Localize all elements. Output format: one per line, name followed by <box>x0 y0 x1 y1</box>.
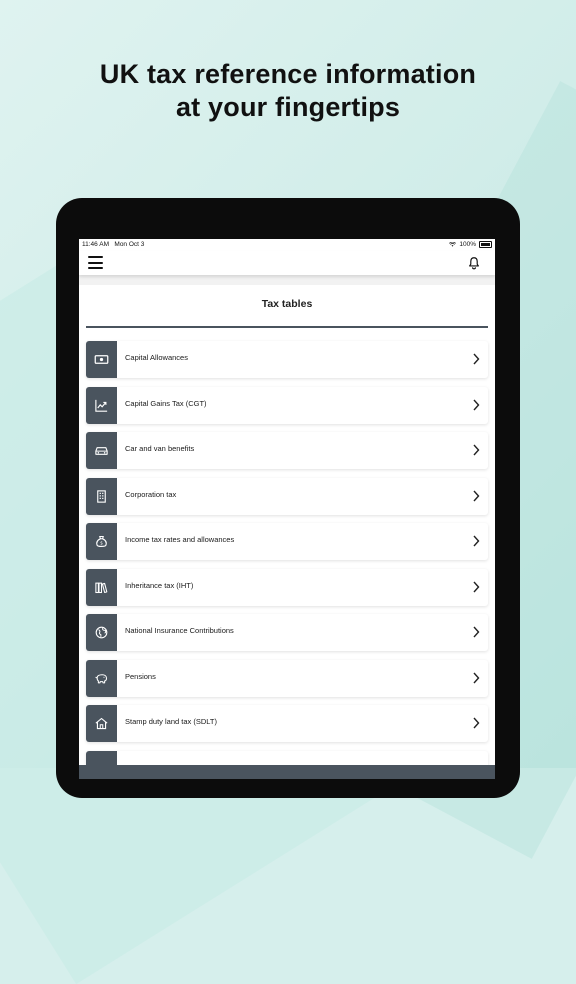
status-bar: 11:46 AM Mon Oct 3 100% <box>79 239 495 251</box>
page-title: Tax tables <box>261 298 313 310</box>
item-icon-box <box>86 568 117 606</box>
bell-icon[interactable] <box>467 256 481 270</box>
list-item-label: Corporation tax <box>125 489 177 499</box>
app-screen: 11:46 AM Mon Oct 3 100% Tax tables Capit… <box>79 239 495 779</box>
list-item-capital-gains-tax[interactable]: Capital Gains Tax (CGT) <box>86 386 488 424</box>
list-item-inheritance-tax[interactable]: Inheritance tax (IHT) <box>86 568 488 606</box>
item-icon-box <box>86 432 117 469</box>
money-bag-icon: $ <box>96 536 107 547</box>
chevron-right-icon <box>473 490 480 501</box>
trend-chart-icon <box>95 399 108 412</box>
piggy-bank-icon <box>95 673 108 683</box>
building-icon <box>97 489 106 503</box>
status-date-text: Mon Oct 3 <box>114 241 145 248</box>
hamburger-menu-icon[interactable] <box>88 256 103 269</box>
item-icon-box <box>86 614 117 651</box>
list-item-income-tax[interactable]: $ Income tax rates and allowances <box>86 523 488 560</box>
list-item-label: Capital Allowances <box>125 353 188 362</box>
list-item-label: National Insurance Contributions <box>125 626 234 635</box>
chevron-right-icon <box>473 353 480 365</box>
list-item-label: Income tax rates and allowances <box>125 535 235 544</box>
item-icon-box <box>86 659 117 697</box>
list-item-corporation-tax[interactable]: Corporation tax <box>86 477 488 515</box>
list-item-car-and-van-benefits[interactable]: Car and van benefits <box>86 432 488 469</box>
battery-percent: 100% <box>459 241 476 248</box>
promo-headline: UK tax reference information at your fin… <box>0 58 576 124</box>
list-item-national-insurance[interactable]: National Insurance Contributions <box>86 614 488 651</box>
chevron-right-icon <box>473 672 480 683</box>
status-time-text: 11:46 AM <box>82 241 109 248</box>
title-divider <box>86 326 488 328</box>
item-icon-box <box>86 477 117 515</box>
house-icon <box>95 717 108 730</box>
list-item-label: Capital Gains Tax (CGT) <box>125 398 207 408</box>
car-icon <box>95 447 108 455</box>
list-item-pensions[interactable]: Pensions <box>86 659 488 697</box>
item-icon-box <box>86 386 117 424</box>
top-nav-bar <box>79 251 495 275</box>
headline-line-2: at your fingertips <box>175 92 401 122</box>
item-icon-box <box>86 341 117 378</box>
list-item-label: Stamp duty land tax (SDLT) <box>125 717 217 726</box>
books-icon <box>95 582 108 593</box>
chevron-right-icon <box>473 399 480 410</box>
chevron-right-icon <box>473 581 480 592</box>
item-icon-box <box>86 705 117 742</box>
list-item-stamp-duty[interactable]: Stamp duty land tax (SDLT) <box>86 705 488 742</box>
chevron-right-icon <box>473 626 480 638</box>
list-item-label: Car and van benefits <box>125 444 195 453</box>
bottom-bar <box>79 765 495 779</box>
list-item-capital-allowances[interactable]: Capital Allowances <box>86 341 488 378</box>
headline-line-1: UK tax reference information <box>99 59 477 89</box>
svg-text:$: $ <box>100 541 103 547</box>
chevron-right-icon <box>473 535 480 547</box>
item-icon-box: $ <box>86 523 117 560</box>
tax-tables-list: Capital Allowances Capital Gains Tax (CG… <box>86 341 488 779</box>
chevron-right-icon <box>473 717 480 729</box>
banknote-icon <box>94 355 109 364</box>
wifi-icon <box>449 242 457 247</box>
chevron-right-icon <box>473 444 480 456</box>
battery-icon <box>479 241 492 248</box>
content-card: Tax tables Capital Allowances Capital Ga… <box>79 285 495 779</box>
status-time: 11:46 AM Mon Oct 3 <box>82 241 144 248</box>
globe-icon <box>95 626 108 639</box>
list-item-label: Pensions <box>125 671 156 681</box>
list-item-label: Inheritance tax (IHT) <box>125 580 194 590</box>
status-right: 100% <box>449 241 492 248</box>
